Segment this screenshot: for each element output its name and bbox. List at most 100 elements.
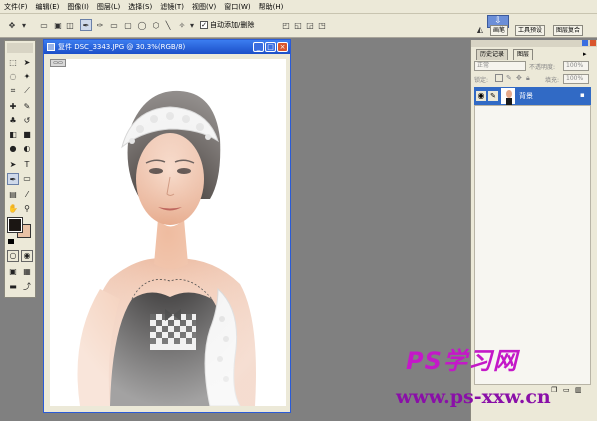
toolbox: ⬚ ➤ ◌ ✦ ⌗ ⟋ ✚ ✎ ♣ ↺ ◧ ■ ● ◐ ➤ T ✒ ▭ ▤ ⁄ … bbox=[4, 40, 36, 298]
clone-stamp-icon[interactable]: ♣ bbox=[7, 115, 19, 127]
path-selection-icon[interactable]: ➤ bbox=[7, 159, 19, 171]
panel-minimize-icon[interactable] bbox=[582, 40, 588, 46]
menu-image[interactable]: 图像(I) bbox=[63, 0, 93, 14]
tab-layers[interactable]: 图层 bbox=[513, 49, 534, 60]
minimize-button[interactable]: _ bbox=[253, 42, 264, 52]
foreground-color-swatch[interactable] bbox=[7, 217, 23, 233]
custom-shape-icon[interactable]: ✧ bbox=[176, 19, 188, 31]
polygon-icon[interactable]: ⬡ bbox=[150, 19, 162, 31]
opacity-input[interactable]: 100% bbox=[563, 61, 589, 71]
watermark-title: PS学习网 bbox=[406, 347, 518, 375]
lock-pixels-icon[interactable]: ✎ bbox=[506, 74, 514, 82]
healing-brush-icon[interactable]: ✚ bbox=[7, 101, 19, 113]
fill-label: 填充: bbox=[545, 77, 560, 84]
default-colors-icon[interactable] bbox=[8, 239, 14, 244]
eyedropper-icon[interactable]: ⁄ bbox=[21, 189, 33, 201]
panel-menu-icon[interactable]: ▸ bbox=[583, 50, 591, 58]
image-canvas[interactable] bbox=[50, 59, 286, 406]
auto-add-delete-checkbox[interactable]: ✓ bbox=[200, 21, 208, 29]
path-exclude-icon[interactable]: ◳ bbox=[316, 19, 328, 31]
path-intersect-icon[interactable]: ◲ bbox=[304, 19, 316, 31]
path-subtract-icon[interactable]: ◱ bbox=[292, 19, 304, 31]
screen-mode-standard-icon[interactable]: ▣ bbox=[7, 266, 19, 278]
magic-wand-icon[interactable]: ✦ bbox=[21, 71, 33, 83]
lock-icon[interactable]: 🔒︎ bbox=[526, 74, 534, 82]
history-brush-icon[interactable]: ↺ bbox=[21, 115, 33, 127]
imageready-icon[interactable]: ⤴ bbox=[21, 281, 33, 293]
document-window: 复件 DSC_3343.JPG @ 30.3%(RGB/8) _ □ × ▭▭ bbox=[43, 39, 291, 413]
eraser-icon[interactable]: ◧ bbox=[7, 129, 19, 141]
pen-icon[interactable]: ✒ bbox=[7, 173, 19, 185]
trash-icon[interactable]: ▥ bbox=[575, 386, 585, 395]
brush-icon[interactable]: ✎ bbox=[21, 101, 33, 113]
path-combine-icon[interactable]: ◰ bbox=[280, 19, 292, 31]
chevron-down-icon[interactable]: ▾ bbox=[188, 19, 196, 31]
menu-edit[interactable]: 编辑(E) bbox=[32, 0, 64, 14]
layer-thumbnail bbox=[501, 88, 515, 105]
quick-mask-icon[interactable]: ◉ bbox=[21, 250, 33, 262]
watermark-url: www.ps-xxw.cn bbox=[396, 386, 551, 408]
portrait-photo bbox=[50, 59, 286, 406]
menu-layer[interactable]: 图层(L) bbox=[93, 0, 124, 14]
document-icon bbox=[47, 43, 55, 51]
lock-icon: ▪ bbox=[580, 91, 585, 99]
brush-icon[interactable]: ✎ bbox=[488, 91, 498, 101]
new-group-icon[interactable]: ▭ bbox=[563, 386, 573, 395]
toolbox-header bbox=[7, 43, 33, 53]
marquee-icon[interactable]: ⬚ bbox=[7, 57, 19, 69]
pen-icon[interactable]: ✒ bbox=[80, 19, 92, 31]
palette-well-icon[interactable]: ◭ bbox=[474, 23, 486, 35]
canvas-corner-indicator: ▭▭ bbox=[50, 59, 66, 67]
tool-preset-picker[interactable]: ✥ bbox=[6, 19, 18, 31]
crop-icon[interactable]: ⌗ bbox=[7, 85, 19, 97]
standard-mode-icon[interactable]: ○ bbox=[7, 250, 19, 262]
panel-close-icon[interactable] bbox=[590, 40, 596, 46]
chevron-down-icon[interactable]: ▾ bbox=[20, 19, 28, 31]
type-icon[interactable]: T bbox=[21, 159, 33, 171]
tab-layer-comps[interactable]: 图层复合 bbox=[553, 25, 584, 36]
auto-add-delete-label: 自动添加/删除 bbox=[210, 21, 255, 29]
menu-select[interactable]: 选择(S) bbox=[124, 0, 156, 14]
blur-icon[interactable]: ● bbox=[7, 143, 19, 155]
screen-mode-full-icon[interactable]: ▦ bbox=[21, 266, 33, 278]
selection-mode-new-icon[interactable]: ▭ bbox=[38, 19, 50, 31]
opacity-label: 不透明度: bbox=[529, 64, 556, 71]
line-icon[interactable]: ╲ bbox=[162, 19, 174, 31]
slice-icon[interactable]: ⟋ bbox=[21, 85, 33, 97]
options-bar: ✥ ▾ ▭ ▣ ◫ ✒ ✑ ▭ ▢ ◯ ⬡ ╲ ✧ ▾ ✓ 自动添加/删除 ◰ … bbox=[0, 14, 597, 38]
rectangle-shape-icon[interactable]: ▭ bbox=[108, 19, 120, 31]
screen-mode-fullscreen-icon[interactable]: ▬ bbox=[7, 281, 19, 293]
freeform-pen-icon[interactable]: ✑ bbox=[94, 19, 106, 31]
maximize-button[interactable]: □ bbox=[265, 42, 276, 52]
gradient-icon[interactable]: ■ bbox=[21, 129, 33, 141]
dodge-icon[interactable]: ◐ bbox=[21, 143, 33, 155]
ellipse-icon[interactable]: ◯ bbox=[136, 19, 148, 31]
layer-row-background[interactable]: ◉ ✎ 背景 ▪ bbox=[474, 87, 591, 105]
menu-help[interactable]: 帮助(H) bbox=[255, 0, 288, 14]
tab-history[interactable]: 历史记录 bbox=[476, 49, 509, 60]
blend-mode-select[interactable]: 正常 bbox=[474, 61, 526, 71]
rounded-rect-icon[interactable]: ▢ bbox=[122, 19, 134, 31]
selection-mode-add-icon[interactable]: ▣ bbox=[52, 19, 64, 31]
selection-mode-sub-icon[interactable]: ◫ bbox=[64, 19, 76, 31]
eye-icon[interactable]: ◉ bbox=[476, 91, 486, 101]
lock-label: 锁定: bbox=[474, 77, 489, 84]
menu-bar: 文件(F) 编辑(E) 图像(I) 图层(L) 选择(S) 滤镜(T) 视图(V… bbox=[0, 0, 597, 14]
lock-transparency-icon[interactable] bbox=[495, 74, 503, 82]
new-layer-icon[interactable]: ❐ bbox=[551, 386, 561, 395]
lock-position-icon[interactable]: ✥ bbox=[516, 74, 524, 82]
close-button[interactable]: × bbox=[277, 42, 288, 52]
fill-input[interactable]: 100% bbox=[563, 74, 589, 84]
shape-icon[interactable]: ▭ bbox=[21, 173, 33, 185]
tab-tool-presets[interactable]: 工具预设 bbox=[515, 25, 546, 36]
zoom-icon[interactable]: ⚲ bbox=[21, 203, 33, 215]
menu-file[interactable]: 文件(F) bbox=[0, 0, 32, 14]
hand-icon[interactable]: ✋ bbox=[7, 203, 19, 215]
menu-window[interactable]: 窗口(W) bbox=[220, 0, 254, 14]
menu-filter[interactable]: 滤镜(T) bbox=[156, 0, 188, 14]
move-tool-icon[interactable]: ➤ bbox=[21, 57, 33, 69]
notes-icon[interactable]: ▤ bbox=[7, 189, 19, 201]
menu-view[interactable]: 视图(V) bbox=[188, 0, 220, 14]
lasso-icon[interactable]: ◌ bbox=[7, 71, 19, 83]
tab-brushes[interactable]: 画笔 bbox=[490, 25, 509, 36]
